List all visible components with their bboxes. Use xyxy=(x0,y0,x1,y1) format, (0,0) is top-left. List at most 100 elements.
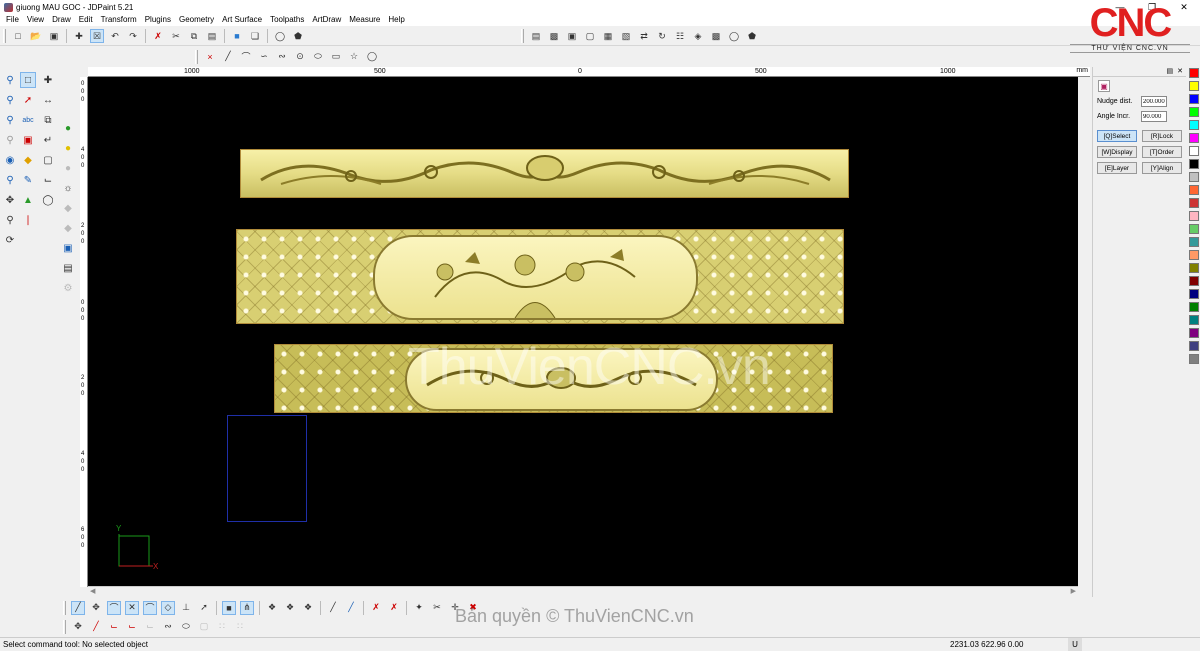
offset-icon[interactable]: ⧉ xyxy=(40,112,56,128)
zoom-in-icon[interactable]: ⚲ xyxy=(2,92,18,108)
light-disabled-icon[interactable]: ● xyxy=(60,160,76,176)
menu-draw[interactable]: Draw xyxy=(48,14,75,26)
line-icon[interactable]: ╱ xyxy=(221,50,235,64)
menu-plugins[interactable]: Plugins xyxy=(141,14,175,26)
palette-swatch[interactable] xyxy=(1189,198,1199,208)
toolbar-grip[interactable] xyxy=(63,619,66,634)
light-green-icon[interactable]: ● xyxy=(60,120,76,136)
menu-geometry[interactable]: Geometry xyxy=(175,14,218,26)
zoom-selected-icon[interactable]: ⚲ xyxy=(2,172,18,188)
circle-3pt-icon[interactable]: ⊙ xyxy=(293,50,307,64)
menu-help[interactable]: Help xyxy=(384,14,408,26)
pill-icon[interactable]: ⬭ xyxy=(179,620,193,634)
extend-icon[interactable]: ↵ xyxy=(40,132,56,148)
toolbar-grip[interactable] xyxy=(3,29,6,43)
crosshair-icon[interactable]: ✚ xyxy=(72,29,86,43)
distribute-icon[interactable]: ▩ xyxy=(547,29,561,43)
pan-icon[interactable]: ✥ xyxy=(2,192,18,208)
select-box-icon[interactable]: ☒ xyxy=(90,29,104,43)
shield-filled-2-icon[interactable]: ⬟ xyxy=(745,29,759,43)
menu-view[interactable]: View xyxy=(23,14,48,26)
diamond-a-icon[interactable]: ❖ xyxy=(265,601,279,615)
trim-icon[interactable]: ▩ xyxy=(709,29,723,43)
rotate-icon[interactable]: ↻ xyxy=(655,29,669,43)
break-b-icon[interactable]: ✗ xyxy=(387,601,401,615)
ellipse-icon[interactable]: ⬭ xyxy=(311,50,325,64)
toolbar-grip[interactable] xyxy=(521,29,524,43)
angle-input[interactable] xyxy=(1141,111,1167,122)
menu-toolpaths[interactable]: Toolpaths xyxy=(266,14,308,26)
palette-swatch[interactable] xyxy=(1189,120,1199,130)
eraser-icon[interactable]: ▲ xyxy=(20,192,36,208)
extend-line-icon[interactable]: ✥ xyxy=(71,620,85,634)
select-mode-button[interactable]: [Q]Select xyxy=(1097,130,1137,142)
palette-swatch[interactable] xyxy=(1189,237,1199,247)
arc-snap-icon[interactable]: ⌒ xyxy=(143,600,157,615)
paste-icon[interactable]: ▤ xyxy=(205,29,219,43)
shade-cube-icon[interactable]: ■ xyxy=(230,29,244,43)
menu-measure[interactable]: Measure xyxy=(345,14,384,26)
redo-icon[interactable]: ↷ xyxy=(126,29,140,43)
scissors-icon[interactable]: ✂ xyxy=(430,601,444,615)
palette-swatch[interactable] xyxy=(1189,211,1199,221)
panel-close-icon[interactable]: ✕ xyxy=(1177,67,1183,76)
trim-b-icon[interactable]: ╱ xyxy=(344,601,358,615)
point-icon[interactable]: × xyxy=(203,50,217,64)
fill-icon[interactable]: ◆ xyxy=(20,152,36,168)
rectangle-icon[interactable]: ▭ xyxy=(329,50,343,64)
polyline-icon[interactable]: ∽ xyxy=(257,50,271,64)
display-button[interactable]: [W]Display xyxy=(1097,146,1137,158)
brush-icon[interactable]: ✎ xyxy=(20,172,36,188)
palette-swatch[interactable] xyxy=(1189,341,1199,351)
palette-swatch[interactable] xyxy=(1189,289,1199,299)
palette-swatch[interactable] xyxy=(1189,250,1199,260)
shield-outline-icon[interactable]: ◯ xyxy=(273,29,287,43)
smooth-icon[interactable]: ◆ xyxy=(60,220,76,236)
pattern-b-icon[interactable]: ∷ xyxy=(233,620,247,634)
join-icon[interactable]: ✦ xyxy=(412,601,426,615)
cross-icon[interactable]: ✚ xyxy=(40,72,56,88)
zoom-window-icon[interactable]: ⚲ xyxy=(2,72,18,88)
line-tangent-icon[interactable]: ╱ xyxy=(71,600,85,615)
toolbar-grip[interactable] xyxy=(63,600,66,615)
light-yellow-icon[interactable]: ● xyxy=(60,140,76,156)
toolbar-grip[interactable] xyxy=(195,49,198,64)
new-file-icon[interactable]: □ xyxy=(11,29,25,43)
break-icon[interactable]: ▧ xyxy=(619,29,633,43)
palette-swatch[interactable] xyxy=(1189,224,1199,234)
fillet-icon[interactable]: ⌒ xyxy=(107,600,121,615)
relief-icon[interactable]: ▣ xyxy=(60,240,76,256)
midpoint-icon[interactable]: ⋔ xyxy=(240,600,254,615)
carved-panel-middle[interactable] xyxy=(236,229,844,324)
select-tool-icon[interactable]: □ xyxy=(20,72,36,88)
menu-artdraw[interactable]: ArtDraw xyxy=(308,14,345,26)
dimension-icon[interactable]: ↔ xyxy=(40,92,56,108)
menu-edit[interactable]: Edit xyxy=(75,14,97,26)
array-icon[interactable]: ☷ xyxy=(673,29,687,43)
measure-icon[interactable]: ∣ xyxy=(20,212,36,228)
group-icon[interactable]: ▣ xyxy=(565,29,579,43)
scroll-right-icon[interactable]: ▶ xyxy=(1071,587,1076,595)
save-icon[interactable]: ▣ xyxy=(47,29,61,43)
tangent-icon[interactable]: ➚ xyxy=(197,601,211,615)
zoom-out-icon[interactable]: ⚲ xyxy=(2,112,18,128)
rotate-view-icon[interactable]: ⟳ xyxy=(2,232,18,248)
palette-swatch[interactable] xyxy=(1189,81,1199,91)
palette-swatch[interactable] xyxy=(1189,133,1199,143)
menu-file[interactable]: File xyxy=(2,14,23,26)
layer-button[interactable]: [E]Layer xyxy=(1097,162,1137,174)
palette-swatch[interactable] xyxy=(1189,159,1199,169)
menu-art-surface[interactable]: Art Surface xyxy=(218,14,266,26)
lock-button[interactable]: [R]Lock xyxy=(1142,130,1182,142)
palette-swatch[interactable] xyxy=(1189,302,1199,312)
copy-icon[interactable]: ⧉ xyxy=(187,29,201,43)
box-3d-icon[interactable]: ▢ xyxy=(40,152,56,168)
cut-icon[interactable]: ✂ xyxy=(169,29,183,43)
trim-line-icon[interactable]: ╱ xyxy=(89,620,103,634)
menu-transform[interactable]: Transform xyxy=(97,14,141,26)
order-button[interactable]: [T]Order xyxy=(1142,146,1182,158)
spline-icon[interactable]: ∾ xyxy=(275,50,289,64)
node-icon[interactable]: ◈ xyxy=(691,29,705,43)
layers-icon[interactable]: ▤ xyxy=(60,260,76,276)
arc-icon[interactable]: ⌒ xyxy=(239,50,253,64)
